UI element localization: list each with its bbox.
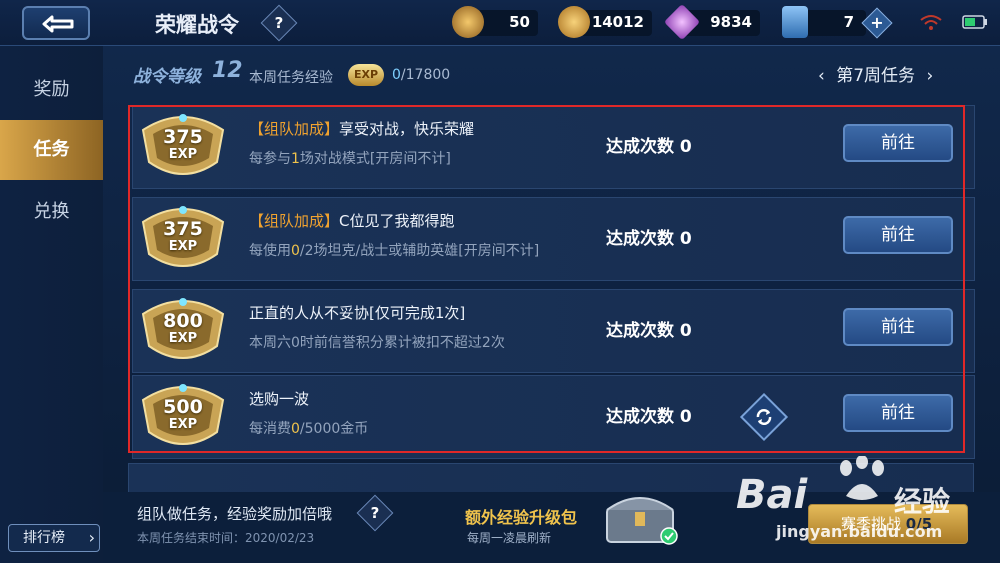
sidebar: 奖励 任务 兑换 (0, 46, 103, 563)
resource-diamond: 9834 (663, 3, 760, 41)
resource-value: 14012 (591, 13, 644, 31)
extra-exp-pack-title: 额外经验升级包 (465, 508, 578, 527)
task-end-time: 本周任务结束时间：2020/02/23 (137, 531, 315, 545)
watermark-url: jingyan.baidu.com (776, 522, 943, 541)
gold-coin-icon (558, 6, 590, 38)
treasure-chest-icon[interactable] (603, 490, 681, 546)
chevron-left-icon[interactable]: ‹ (818, 66, 825, 86)
pass-level-value: 12 (212, 58, 243, 83)
diamond-icon (663, 3, 701, 41)
battery-icon (962, 15, 987, 29)
chevron-right-icon[interactable]: › (926, 66, 933, 86)
help-button[interactable]: ? (260, 4, 298, 42)
ticket-icon (452, 6, 484, 38)
progress-current: 0 (392, 67, 401, 83)
pass-level-label: 战令等级 (133, 67, 201, 87)
coupon-card-icon (782, 6, 808, 38)
top-bar: 荣耀战令 ? 50 14012 9834 7 + (0, 0, 1000, 46)
week-navigator: ‹ 第7周任务 › (818, 61, 933, 86)
paw-logo-icon (840, 456, 884, 500)
week-exp-label: 本周任务经验 (249, 70, 333, 86)
back-button[interactable] (22, 6, 90, 40)
help-icon: ? (274, 14, 284, 32)
resource-coupon: 7 (782, 6, 866, 38)
week-label: 第7周任务 (836, 66, 916, 86)
leaderboard-label: 排行榜 (23, 530, 65, 546)
extra-exp-pack-subtitle: 每周一凌晨刷新 (467, 531, 552, 545)
leaderboard-button[interactable]: 排行榜 › (8, 524, 100, 552)
resource-value: 9834 (710, 13, 752, 31)
plus-icon: + (870, 13, 884, 32)
exp-icon: EXP (348, 64, 384, 86)
sidebar-item-rewards[interactable]: 奖励 (0, 60, 103, 120)
sidebar-item-tasks[interactable]: 任务 (0, 120, 103, 180)
watermark-brand: Bai (736, 472, 808, 518)
team-tip: 组队做任务，经验奖励加倍哦 (137, 505, 333, 523)
week-exp-progress: 0/17800 (392, 67, 450, 83)
help-icon: ? (370, 504, 380, 522)
baidu-jingyan-watermark: Bai 经验 jingyan.baidu.com (736, 452, 996, 552)
resource-value: 7 (843, 13, 854, 31)
back-arrow-icon (42, 15, 74, 33)
add-coupon-button[interactable]: + (861, 7, 893, 39)
highlight-frame (128, 105, 965, 453)
sidebar-item-exchange[interactable]: 兑换 (0, 182, 103, 242)
wifi-icon (920, 15, 942, 30)
progress-total: /17800 (400, 67, 451, 83)
resource-ticket: 50 (452, 6, 538, 38)
watermark-brand-cn: 经验 (894, 485, 951, 518)
chevron-right-icon: › (88, 528, 95, 547)
page-title: 荣耀战令 (155, 13, 239, 37)
resource-gold: 14012 (558, 6, 652, 38)
resource-value: 50 (509, 13, 530, 31)
